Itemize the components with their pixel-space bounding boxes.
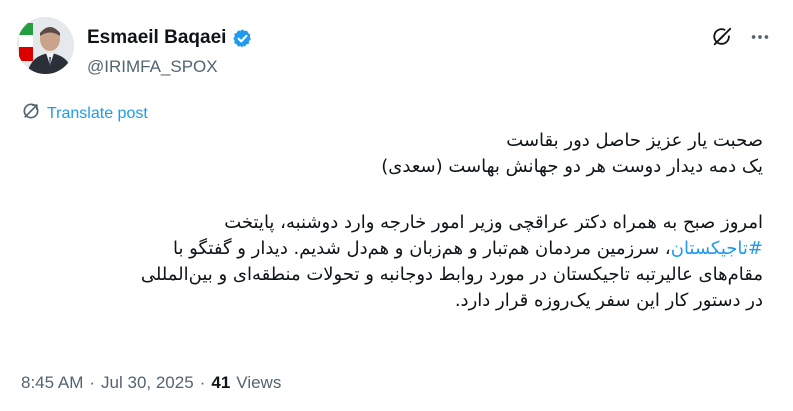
post-poem-line-2: یک دمه دیدار دوست هر دو جهانش بهاست (سعد…: [381, 156, 763, 177]
views-label: Views: [236, 373, 282, 392]
post-top-actions: [711, 26, 771, 48]
author-handle[interactable]: @IRIMFA_SPOX: [87, 57, 218, 77]
post-paragraph-line-2: #تاجیکستان، سرزمین مردمان هم‌تبار و هم‌ز…: [23, 236, 763, 262]
verified-badge-icon: [232, 28, 253, 49]
author-display-name[interactable]: Esmaeil Baqaei: [87, 27, 226, 49]
avatar[interactable]: [17, 17, 74, 74]
post-body: صحبت یار عزیز حاصل دور بقاست یک دمه دیدا…: [23, 128, 763, 314]
more-horizontal-icon[interactable]: [749, 26, 771, 48]
translate-icon: [21, 101, 41, 126]
post-paragraph-line-3: مقام‌های عالیرتبه تاجیکستان در مورد رواب…: [140, 264, 763, 285]
author-name-row[interactable]: Esmaeil Baqaei: [87, 27, 253, 49]
grok-icon[interactable]: [711, 26, 733, 48]
post-paragraph-line-4: در دستور کار این سفر یک‌روزه قرار دارد.: [454, 290, 763, 311]
views-count: 41: [211, 373, 231, 392]
meta-separator: ·: [199, 373, 206, 392]
post-date[interactable]: Jul 30, 2025: [101, 373, 194, 393]
meta-separator: ·: [89, 373, 96, 392]
post-poem-line-1: صحبت یار عزیز حاصل دور بقاست: [506, 130, 763, 151]
translate-post-button[interactable]: Translate post: [21, 101, 148, 126]
translate-post-label[interactable]: Translate post: [47, 105, 148, 123]
hashtag-link[interactable]: #تاجیکستان: [671, 238, 763, 259]
post-time[interactable]: 8:45 AM: [21, 373, 83, 393]
post-paragraph-line-1: امروز صبح به همراه دکتر عراقچی وزیر امور…: [224, 212, 763, 233]
post-paragraph-line-2-text: ، سرزمین مردمان هم‌تبار و هم‌زبان و هم‌د…: [172, 238, 671, 259]
post-meta: 8:45 AM · Jul 30, 2025 · 41 Views: [21, 373, 281, 393]
avatar-image: [17, 17, 74, 74]
